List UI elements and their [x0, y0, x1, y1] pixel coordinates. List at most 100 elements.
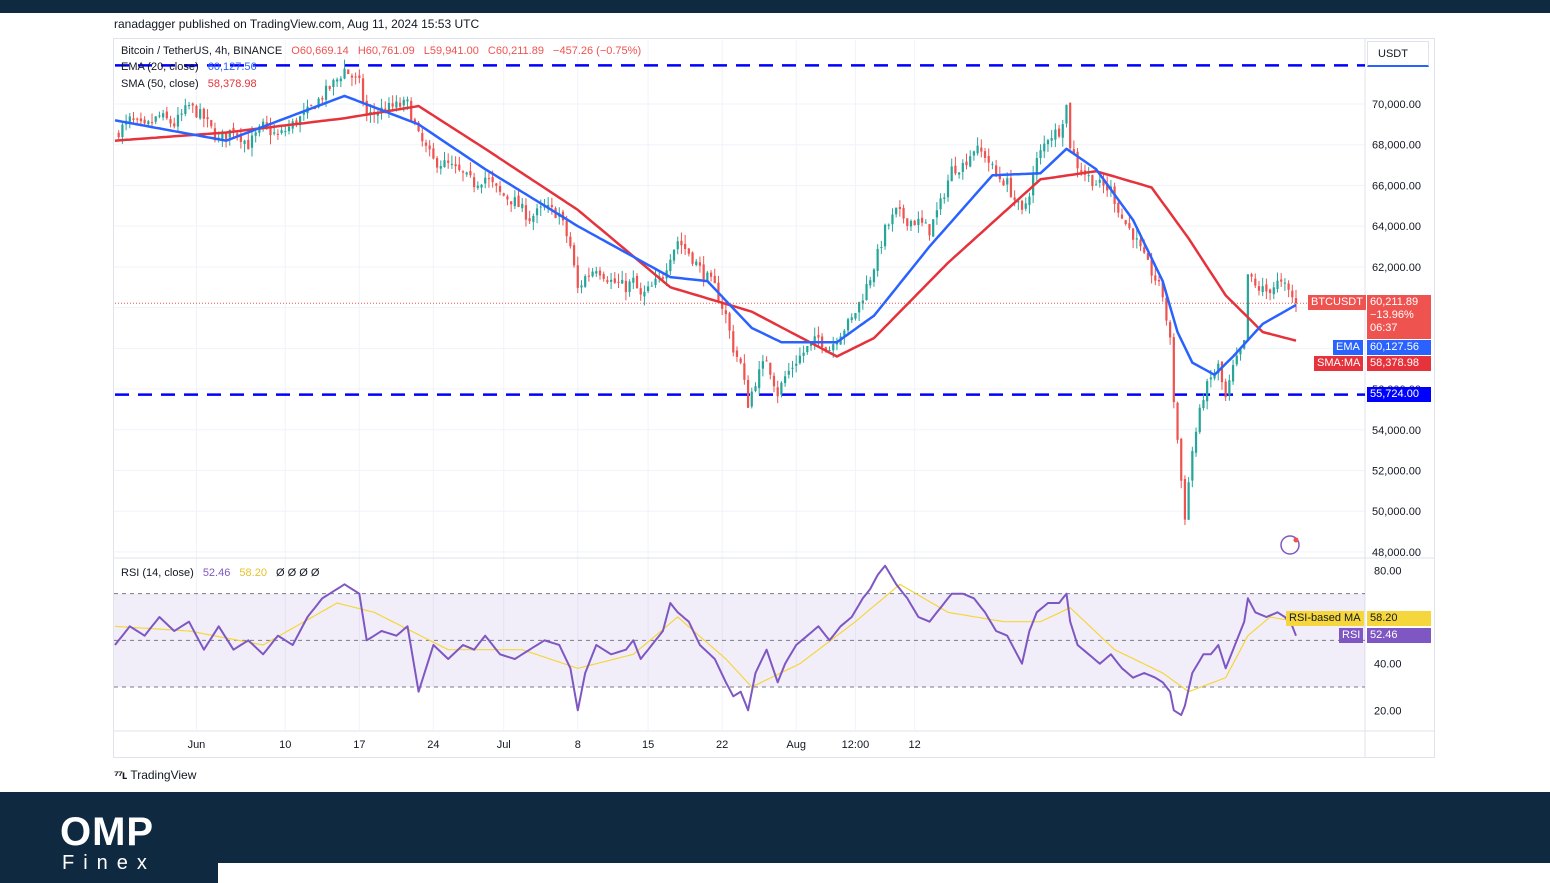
candle-body [795, 363, 798, 366]
candle-body [1198, 407, 1201, 433]
time-tick-label: 8 [575, 739, 581, 751]
candle-body [513, 197, 516, 207]
candle-body [139, 118, 143, 122]
time-tick-label: 24 [427, 739, 439, 751]
candle-body [1194, 431, 1198, 453]
ema-tag: EMA [1333, 340, 1363, 355]
candle-body [1261, 286, 1264, 293]
candle-body [1287, 283, 1290, 290]
candle-body [328, 86, 331, 89]
ema-legend[interactable]: EMA (20, close) 60,127.56 [121, 61, 257, 73]
currency-selector[interactable]: USDT [1367, 41, 1429, 67]
bar-countdown: 06:37 [1370, 322, 1398, 334]
candle-body [173, 123, 176, 127]
candle-body [1176, 402, 1179, 440]
candle-body [1043, 143, 1046, 152]
candle-body [191, 103, 194, 106]
time-tick-label: Aug [786, 739, 806, 751]
candle-body [284, 131, 287, 133]
candle-body [735, 350, 739, 357]
symbol-name[interactable]: Bitcoin / TetherUS, 4h, BINANCE [121, 45, 282, 57]
candle-body [932, 219, 935, 237]
ema-legend-value: 60,127.56 [207, 61, 257, 73]
candle-body [758, 369, 761, 389]
candle-body [569, 236, 572, 247]
candle-body [1228, 380, 1231, 396]
candle-body [1098, 179, 1101, 183]
candle-body [276, 133, 280, 135]
brand-logo-sub: Finex [62, 852, 156, 874]
candle-body [150, 122, 154, 124]
candle-body [565, 220, 568, 237]
sma-line [114, 104, 1297, 358]
ema-line [114, 94, 1297, 377]
candle-body [1054, 129, 1057, 140]
sma-tag-value: 58,378.98 [1367, 356, 1431, 371]
candle-body [184, 105, 187, 114]
candle-body [410, 100, 413, 121]
candle-body [1169, 322, 1172, 338]
candle-body [1006, 178, 1009, 185]
candle-body [891, 214, 894, 225]
sma-legend[interactable]: SMA (50, close) 58,378.98 [121, 78, 257, 90]
candle-body [1246, 274, 1249, 340]
candle-body [691, 252, 694, 264]
candle-body [739, 358, 742, 363]
price-tick-label: 48,000.00 [1372, 547, 1421, 559]
candle-body [199, 109, 202, 119]
candle-body [1135, 238, 1138, 240]
candle-body [791, 367, 794, 369]
candle-body [1120, 214, 1124, 219]
candle-body [783, 376, 787, 384]
candle-body [1294, 298, 1298, 304]
candle-body [524, 205, 528, 220]
candle-body [939, 198, 942, 210]
candle-body [1117, 202, 1120, 213]
candle-body [1187, 482, 1190, 520]
rsi-ma-tag-value: 58.20 [1367, 611, 1431, 626]
candle-body [273, 132, 276, 134]
price-tick-label: 50,000.00 [1372, 506, 1421, 518]
candle-body [1206, 381, 1209, 402]
candle-body [1180, 438, 1183, 481]
rsi-legend[interactable]: RSI (14, close) 52.46 58.20 Ø Ø Ø Ø [121, 567, 319, 579]
candle-body [1061, 124, 1064, 138]
candle-body [687, 248, 690, 254]
price-tick-label: 52,000.00 [1372, 465, 1421, 477]
candle-body [1165, 297, 1168, 321]
candle-body [550, 205, 553, 208]
price-tick-label: 54,000.00 [1372, 425, 1421, 437]
candle-body [162, 113, 165, 118]
candle-body [832, 344, 835, 351]
candle-body [635, 275, 639, 289]
tradingview-logo[interactable]: ⁷⁷ʟ TradingView [114, 768, 196, 782]
candle-body [310, 104, 313, 106]
candle-body [746, 379, 750, 408]
candle-body [454, 164, 457, 167]
candle-body [165, 111, 168, 119]
candle-body [913, 220, 916, 226]
candle-body [702, 264, 705, 280]
candle-body [1276, 280, 1279, 289]
chart-canvas[interactable]: 70,000.00 68,000.00 66,000.00 64,000.00 62,0… [0, 0, 1550, 792]
rsi-tag-value: 52.46 [1367, 628, 1431, 643]
candle-body [606, 280, 609, 283]
candle-body [1076, 151, 1079, 169]
candle-body [1283, 282, 1287, 284]
time-tick-label: 12 [909, 739, 921, 751]
candle-body [1265, 284, 1268, 292]
candle-body [750, 391, 753, 407]
candle-body [206, 117, 209, 120]
candle-body [1235, 355, 1238, 365]
candle-body [1124, 220, 1127, 224]
candle-body [535, 208, 539, 216]
candle-body [850, 317, 853, 321]
ohlc-high: H60,761.09 [357, 45, 415, 57]
tradingview-logo-text: TradingView [130, 768, 197, 782]
candle-body [502, 193, 505, 196]
candle-body [406, 99, 409, 102]
candle-body [743, 363, 746, 380]
candle-body [709, 272, 713, 277]
price-tick-label: 66,000.00 [1372, 180, 1421, 192]
candle-body [176, 114, 180, 127]
